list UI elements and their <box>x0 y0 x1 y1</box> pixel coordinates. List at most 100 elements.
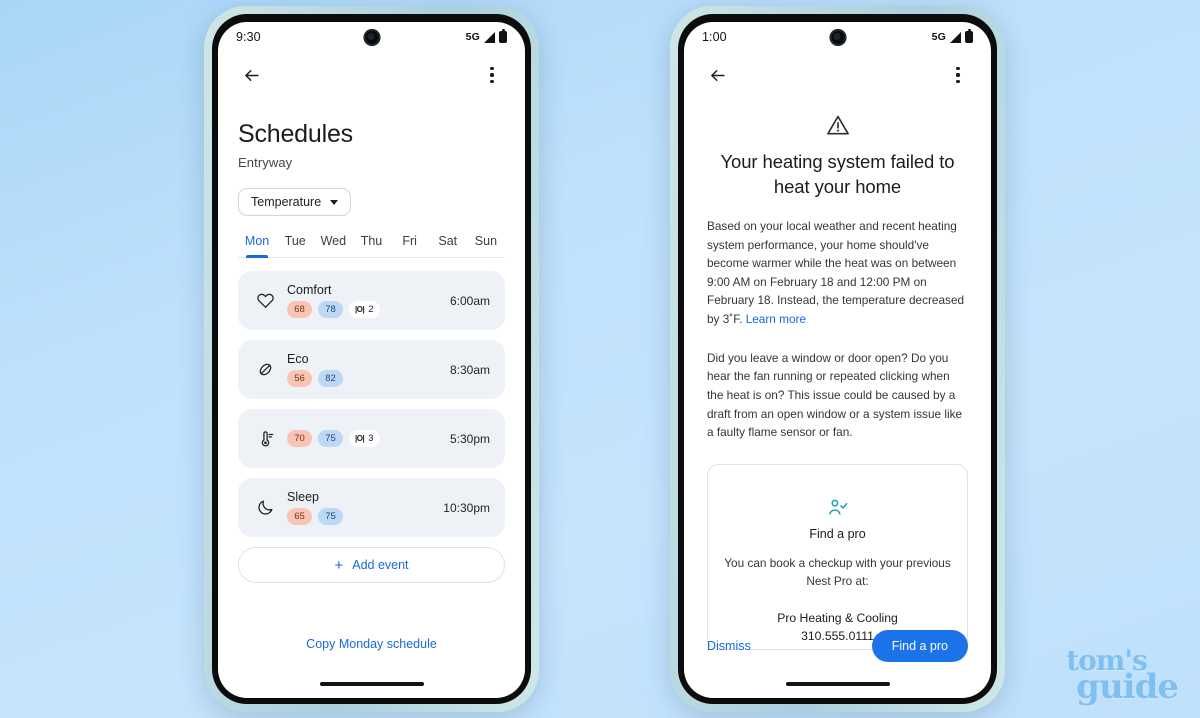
sensor-count: 2 <box>368 304 374 315</box>
schedule-row-content: 70 75 |O| 3 <box>279 430 450 447</box>
person-check-icon <box>724 497 951 518</box>
add-event-label: Add event <box>352 558 409 572</box>
find-a-pro-button[interactable]: Find a pro <box>871 630 968 662</box>
status-bar: 9:30 5G <box>218 22 525 52</box>
network-label: 5G <box>465 31 480 43</box>
home-indicator[interactable] <box>319 682 424 686</box>
tab-sat[interactable]: Sat <box>429 234 467 257</box>
alert-paragraph-2: Did you leave a window or door open? Do … <box>707 350 963 440</box>
schedule-row-content: Sleep 65 75 <box>279 490 443 525</box>
sensor-count-chip: |O| 2 <box>349 301 380 318</box>
battery-full-icon <box>499 29 507 43</box>
status-bar: 1:00 5G <box>684 22 991 52</box>
tab-sun[interactable]: Sun <box>467 234 505 257</box>
sensor-count-chip: |O| 3 <box>349 430 380 447</box>
network-label: 5G <box>931 31 946 43</box>
overflow-menu-icon[interactable] <box>945 62 971 88</box>
schedule-row-content: Eco 56 82 <box>279 352 450 387</box>
heat-setpoint-chip: 65 <box>287 508 312 525</box>
pro-card-description: You can book a checkup with your previou… <box>724 555 951 589</box>
cool-setpoint-chip: 82 <box>318 370 343 387</box>
temperature-chips: 68 78 |O| 2 <box>287 301 450 318</box>
status-bar-time: 9:30 <box>236 30 261 44</box>
schedule-row-time: 8:30am <box>449 362 490 377</box>
cool-setpoint-chip: 75 <box>318 430 343 447</box>
filter-label: Temperature <box>251 195 322 209</box>
schedule-row-title: Comfort <box>287 283 332 297</box>
watermark-line-2: guide <box>1076 666 1179 707</box>
add-event-button[interactable]: + Add event <box>238 547 505 583</box>
alert-content: Your heating system failed to heat your … <box>684 112 991 650</box>
phone-screen-alert: 1:00 5G Your heating system failed to he… <box>684 22 991 698</box>
status-bar-indicators: 5G <box>931 29 973 43</box>
tab-fri[interactable]: Fri <box>391 234 429 257</box>
app-bar <box>684 52 991 98</box>
alert-paragraph-1: Based on your local weather and recent h… <box>707 217 968 329</box>
sensor-icon: |O| <box>355 305 365 314</box>
heat-setpoint-chip: 68 <box>287 301 312 318</box>
schedules-content: Schedules Entryway Temperature Mon Tue W… <box>218 120 525 583</box>
phone-bezel: 9:30 5G Schedules Entryway Temperature M… <box>212 14 531 704</box>
paragraph-1-text: Based on your local weather and recent h… <box>707 218 965 327</box>
overflow-menu-icon[interactable] <box>479 62 505 88</box>
tab-tue[interactable]: Tue <box>276 234 314 257</box>
status-bar-time: 1:00 <box>702 30 727 44</box>
tab-wed[interactable]: Wed <box>314 234 352 257</box>
front-camera-punch-hole <box>829 29 846 46</box>
schedule-row-comfort[interactable]: Comfort 68 78 |O| 2 6:00am <box>238 271 505 330</box>
phone-bezel: 1:00 5G Your heating system failed to he… <box>678 14 997 704</box>
signal-bars-icon <box>950 31 961 43</box>
front-camera-punch-hole <box>363 29 380 46</box>
temperature-chips: 56 82 <box>287 370 450 387</box>
pro-card-title: Find a pro <box>809 526 866 541</box>
find-a-pro-card[interactable]: Find a pro You can book a checkup with y… <box>707 463 968 650</box>
learn-more-link[interactable]: Learn more <box>746 312 806 326</box>
temperature-filter-dropdown[interactable]: Temperature <box>238 188 352 216</box>
schedule-row-title: Sleep <box>287 490 319 504</box>
phone-screen-schedules: 9:30 5G Schedules Entryway Temperature M… <box>218 22 525 698</box>
moon-icon <box>251 498 279 517</box>
schedule-row-temperature[interactable]: 70 75 |O| 3 5:30pm <box>238 409 505 468</box>
schedule-row-time: 5:30pm <box>449 431 490 446</box>
schedule-row-content: Comfort 68 78 |O| 2 <box>279 283 450 318</box>
sensor-count: 3 <box>368 433 374 444</box>
tab-thu[interactable]: Thu <box>352 234 390 257</box>
back-arrow-icon[interactable] <box>238 62 264 88</box>
app-bar <box>218 52 525 98</box>
schedule-row-time: 10:30pm <box>443 500 490 515</box>
temperature-chips: 65 75 <box>287 508 443 525</box>
pro-company-name: Pro Heating & Cooling <box>777 611 898 626</box>
schedule-row-eco[interactable]: Eco 56 82 8:30am <box>238 340 505 399</box>
signal-bars-icon <box>484 31 495 43</box>
heart-icon <box>251 291 279 310</box>
day-tabs: Mon Tue Wed Thu Fri Sat Sun <box>238 234 505 258</box>
schedule-row-sleep[interactable]: Sleep 65 75 10:30pm <box>238 478 505 537</box>
home-indicator[interactable] <box>785 682 890 686</box>
alert-title: Your heating system failed to heat your … <box>720 151 955 197</box>
schedule-list: Comfort 68 78 |O| 2 6:00am Eco 56 82 8:3… <box>238 271 505 537</box>
leaf-icon <box>251 360 279 379</box>
sensor-icon: |O| <box>355 434 365 443</box>
thermometer-icon <box>251 429 279 448</box>
tab-mon[interactable]: Mon <box>238 234 276 258</box>
back-arrow-icon[interactable] <box>704 62 730 88</box>
phone-device-left: 9:30 5G Schedules Entryway Temperature M… <box>204 6 539 712</box>
warning-triangle-icon <box>707 112 968 138</box>
plus-icon: + <box>334 556 344 574</box>
schedule-row-time: 6:00am <box>449 293 490 308</box>
dismiss-button[interactable]: Dismiss <box>707 639 751 653</box>
page-subtitle: Entryway <box>238 155 293 170</box>
status-bar-indicators: 5G <box>465 29 507 43</box>
page-title: Schedules <box>238 120 353 148</box>
battery-full-icon <box>965 29 973 43</box>
toms-guide-watermark: tom's guide <box>1066 646 1179 707</box>
cool-setpoint-chip: 75 <box>318 508 343 525</box>
schedule-row-title: Eco <box>287 352 309 366</box>
heat-setpoint-chip: 56 <box>287 370 312 387</box>
heat-setpoint-chip: 70 <box>287 430 312 447</box>
cool-setpoint-chip: 78 <box>318 301 343 318</box>
temperature-chips: 70 75 |O| 3 <box>287 430 450 447</box>
alert-action-bar: Dismiss Find a pro <box>684 630 991 662</box>
copy-schedule-link[interactable]: Copy Monday schedule <box>218 637 525 651</box>
phone-device-right: 1:00 5G Your heating system failed to he… <box>670 6 1005 712</box>
